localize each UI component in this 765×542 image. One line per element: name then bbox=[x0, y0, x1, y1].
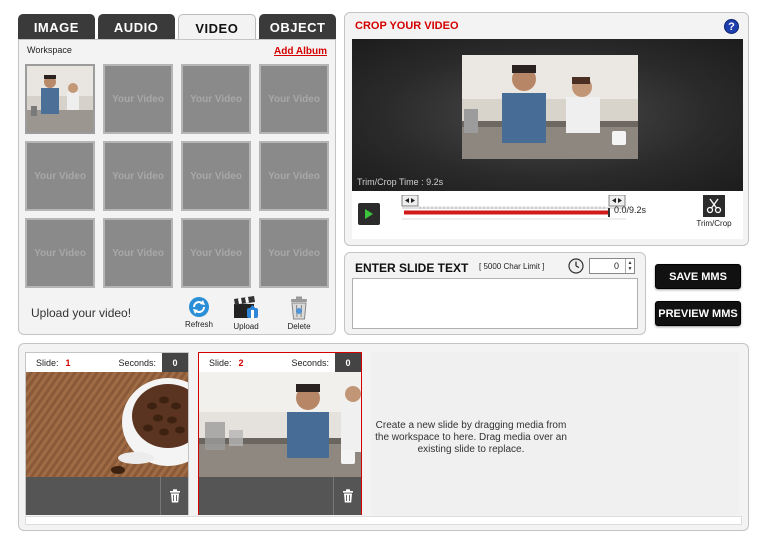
slide-text-title: ENTER SLIDE TEXT bbox=[355, 261, 469, 275]
slide-delete-button[interactable] bbox=[333, 477, 361, 515]
workspace-empty-slot[interactable]: Your Video bbox=[259, 141, 329, 211]
trash-icon bbox=[342, 489, 353, 503]
trim-start-handle bbox=[401, 195, 419, 207]
help-icon[interactable]: ? bbox=[724, 19, 739, 34]
slides-scrollbar[interactable] bbox=[25, 516, 742, 525]
spin-down-icon[interactable]: ▼ bbox=[628, 266, 633, 272]
slide-delete-button[interactable] bbox=[160, 477, 188, 515]
refresh-button[interactable]: Refresh bbox=[179, 296, 219, 329]
coffee-cup-image bbox=[26, 372, 188, 477]
slide-number: 1 bbox=[65, 357, 71, 368]
workspace-video-thumb[interactable] bbox=[25, 64, 95, 134]
refresh-icon bbox=[189, 297, 209, 317]
workspace-empty-slot[interactable]: Your Video bbox=[181, 218, 251, 288]
trim-crop-label: Trim/Crop bbox=[696, 219, 732, 228]
play-icon bbox=[365, 209, 373, 219]
workspace-label: Workspace bbox=[27, 45, 72, 55]
crop-title: CROP YOUR VIDEO bbox=[355, 20, 459, 32]
seconds-value[interactable]: 0 bbox=[335, 353, 361, 372]
tab-object[interactable]: OBJECT bbox=[259, 14, 336, 40]
workspace-empty-slot[interactable]: Your Video bbox=[103, 218, 173, 288]
delete-button[interactable]: Delete bbox=[279, 296, 319, 331]
timeline-ticks bbox=[419, 206, 605, 209]
workspace-empty-slot[interactable]: Your Video bbox=[25, 141, 95, 211]
trash-can-icon bbox=[291, 296, 307, 320]
seconds-label: Seconds: bbox=[118, 357, 156, 368]
slide-label: Slide: bbox=[36, 357, 59, 368]
clock-icon bbox=[568, 258, 584, 274]
slide-seconds-value[interactable]: 0 bbox=[590, 261, 625, 271]
workspace-empty-slot[interactable]: Your Video bbox=[25, 218, 95, 288]
video-preview-image bbox=[462, 55, 638, 159]
preview-mms-button[interactable]: PREVIEW MMS bbox=[655, 301, 741, 326]
upload-prompt: Upload your video! bbox=[31, 306, 132, 320]
media-tabs: IMAGE AUDIO VIDEO OBJECT bbox=[18, 14, 336, 41]
slide-media bbox=[199, 372, 361, 477]
upload-button[interactable]: Upload bbox=[226, 296, 266, 331]
tab-video[interactable]: VIDEO bbox=[177, 14, 257, 41]
trash-icon bbox=[169, 489, 180, 503]
play-button[interactable] bbox=[358, 203, 380, 225]
slide-footer bbox=[26, 477, 188, 515]
video-control-bar: 0.0/9.2s Trim/Crop bbox=[352, 191, 743, 239]
tab-image[interactable]: IMAGE bbox=[18, 14, 95, 40]
time-readout: 0.0/9.2s bbox=[614, 205, 647, 215]
seconds-value[interactable]: 0 bbox=[162, 353, 188, 372]
slide-card[interactable]: Slide: 1 Seconds: 0 bbox=[25, 352, 189, 515]
trim-crop-button[interactable]: Trim/Crop bbox=[691, 195, 737, 228]
slide-seconds-stepper[interactable]: 0 ▲ ▼ bbox=[589, 258, 635, 274]
slide-media bbox=[26, 372, 188, 477]
slides-strip: Slide: 1 Seconds: 0 Slide: 2 Seconds: 0 … bbox=[18, 343, 749, 531]
workspace-empty-slot[interactable]: Your Video bbox=[181, 141, 251, 211]
slide-header: Slide: 2 Seconds: 0 bbox=[199, 353, 361, 372]
slide-text-panel: ENTER SLIDE TEXT [ 5000 Char Limit ] 0 ▲… bbox=[344, 252, 646, 335]
drop-hint-text: Create a new slide by dragging media fro… bbox=[375, 420, 567, 455]
slide-text-input[interactable] bbox=[352, 278, 638, 329]
trim-range-bar bbox=[404, 210, 608, 215]
seconds-label: Seconds: bbox=[291, 357, 329, 368]
workspace-empty-slot[interactable]: Your Video bbox=[181, 64, 251, 134]
seconds-spinner[interactable]: ▲ ▼ bbox=[625, 259, 634, 273]
slide-footer bbox=[199, 477, 361, 515]
scissors-icon bbox=[706, 198, 722, 214]
slide-label: Slide: bbox=[209, 357, 232, 368]
workspace-panel: Workspace Add Album Your Video Your Vide… bbox=[18, 39, 336, 335]
crop-video-panel: CROP YOUR VIDEO ? Trim/Crop Time : 9.2s bbox=[344, 12, 749, 246]
video-thumbnail-image bbox=[27, 66, 93, 132]
slide-number: 2 bbox=[238, 357, 244, 368]
refresh-label: Refresh bbox=[184, 320, 213, 329]
workspace-empty-slot[interactable]: Your Video bbox=[103, 141, 173, 211]
char-limit-label: [ 5000 Char Limit ] bbox=[479, 262, 545, 271]
save-mms-button[interactable]: SAVE MMS bbox=[655, 264, 741, 289]
workspace-empty-slot[interactable]: Your Video bbox=[259, 218, 329, 288]
workspace-grid: Your Video Your Video Your Video Your Vi… bbox=[25, 64, 329, 288]
trim-timeline[interactable] bbox=[400, 195, 628, 223]
add-album-link[interactable]: Add Album bbox=[274, 46, 327, 57]
video-still-image bbox=[199, 372, 361, 477]
upload-label: Upload bbox=[233, 322, 259, 331]
slide-header: Slide: 1 Seconds: 0 bbox=[26, 353, 188, 372]
video-frame[interactable] bbox=[462, 55, 638, 159]
video-preview-area: Trim/Crop Time : 9.2s bbox=[352, 39, 743, 191]
workspace-empty-slot[interactable]: Your Video bbox=[103, 64, 173, 134]
workspace-empty-slot[interactable]: Your Video bbox=[259, 64, 329, 134]
slide-drop-zone[interactable]: Create a new slide by dragging media fro… bbox=[371, 352, 739, 515]
clapperboard-upload-icon bbox=[234, 296, 258, 318]
delete-label: Delete bbox=[287, 322, 311, 331]
tab-audio[interactable]: AUDIO bbox=[97, 14, 175, 40]
trim-time-label: Trim/Crop Time : 9.2s bbox=[357, 177, 444, 187]
slide-card[interactable]: Slide: 2 Seconds: 0 bbox=[198, 352, 362, 515]
